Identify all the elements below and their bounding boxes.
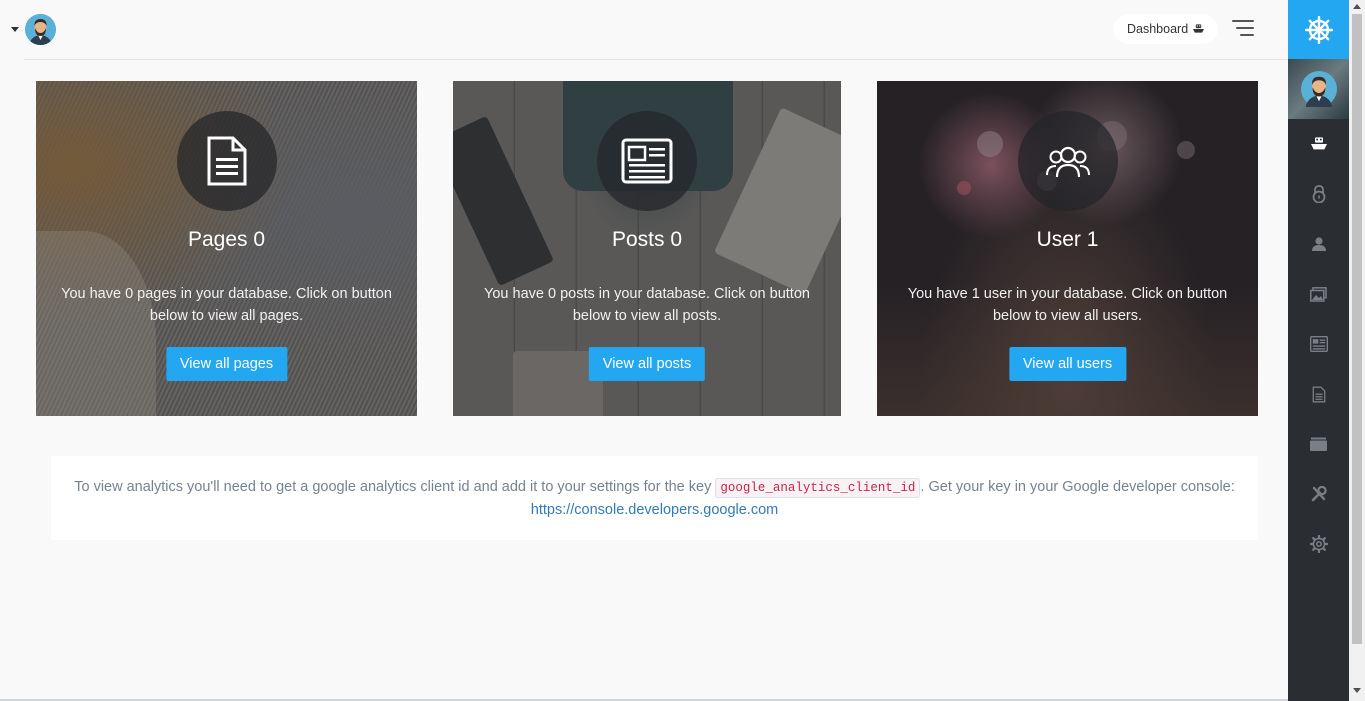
avatar[interactable] (25, 14, 56, 45)
card-description: You have 1 user in your database. Click … (907, 286, 1228, 324)
sidebar-item-posts[interactable] (1288, 319, 1349, 369)
breadcrumb-label: Dashboard (1127, 22, 1189, 36)
helm-icon[interactable] (1288, 0, 1349, 59)
view-all-users-button[interactable]: View all users (1008, 347, 1127, 381)
images-icon (1310, 286, 1327, 302)
breadcrumb[interactable]: Dashboard (1113, 14, 1219, 44)
sidebar-avatar[interactable] (1288, 59, 1349, 119)
gear-icon (1309, 535, 1328, 553)
sidebar-item-users[interactable] (1288, 219, 1349, 269)
top-navbar: Dashboard (0, 0, 1288, 60)
posts-card: Posts 0 You have 0 posts in your databas… (453, 81, 841, 416)
google-console-link[interactable]: https://console.developers.google.com (531, 502, 778, 518)
group-icon (1017, 111, 1118, 211)
view-all-pages-button[interactable]: View all pages (165, 347, 288, 381)
card-description: You have 0 posts in your database. Click… (484, 286, 810, 324)
analytics-notice: To view analytics you'll need to get a g… (51, 456, 1258, 540)
card-title: Posts 0 (611, 228, 683, 251)
scroll-up-arrow-icon[interactable] (1353, 4, 1361, 9)
scroll-down-arrow-icon[interactable] (1353, 688, 1361, 693)
view-all-posts-button[interactable]: View all posts (588, 347, 706, 381)
page-scrollbar[interactable] (1349, 0, 1365, 701)
analytics-text: To view analytics you'll need to get a g… (74, 479, 712, 495)
card-description: You have 0 pages in your database. Click… (61, 286, 392, 324)
analytics-key: google_analytics_client_id (715, 478, 921, 498)
header-divider (24, 59, 1347, 60)
person-icon (1311, 237, 1326, 251)
pages-card: Pages 0 You have 0 pages in your databas… (36, 81, 417, 416)
categories-icon (1310, 437, 1327, 451)
sidebar-item-media[interactable] (1288, 269, 1349, 319)
sidebar-item-tools[interactable] (1288, 469, 1349, 519)
caret-down-icon[interactable] (11, 27, 19, 32)
news-icon (1309, 336, 1328, 352)
lock-icon (1312, 185, 1325, 203)
users-card: User 1 You have 1 user in your database.… (877, 81, 1258, 416)
file-text-icon (1312, 386, 1325, 402)
sidebar-item-dashboard[interactable] (1288, 119, 1349, 169)
boat-icon (1193, 24, 1205, 33)
sidebar-item-pages[interactable] (1288, 369, 1349, 419)
sidebar (1288, 0, 1349, 701)
sidebar-item-settings[interactable] (1288, 519, 1349, 569)
sidebar-item-roles[interactable] (1288, 169, 1349, 219)
hamburger-icon[interactable] (1232, 20, 1254, 36)
sidebar-item-categories[interactable] (1288, 419, 1349, 469)
card-title: User 1 (1036, 228, 1099, 251)
tools-icon (1311, 486, 1327, 502)
boat-icon (1310, 137, 1327, 150)
file-text-icon (176, 111, 277, 211)
scrollbar-thumb[interactable] (1352, 14, 1362, 644)
card-title: Pages 0 (187, 228, 266, 251)
analytics-text-after: . Get your key in your Google developer … (920, 479, 1235, 495)
news-icon (597, 111, 697, 211)
